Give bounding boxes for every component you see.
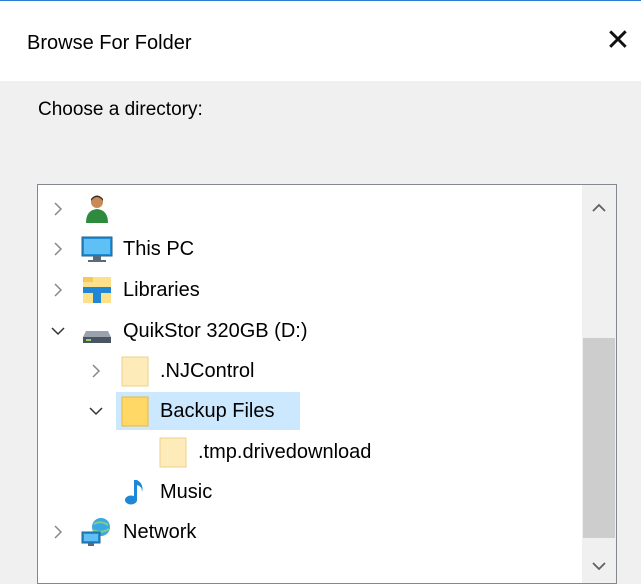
tree-item-label: Music (160, 480, 213, 503)
vertical-scrollbar[interactable] (582, 185, 616, 583)
chevron-right-icon[interactable] (49, 281, 67, 299)
scrollbar-thumb[interactable] (583, 338, 615, 538)
folder-icon (156, 436, 190, 468)
tree-item-label: .NJControl (160, 359, 255, 382)
tree-item-this-pc[interactable]: This PC (38, 230, 583, 268)
chevron-right-icon[interactable] (49, 240, 67, 258)
chevron-right-icon[interactable] (49, 200, 67, 218)
title-bar: Browse For Folder ✕ (0, 1, 641, 81)
music-icon (118, 476, 152, 508)
tree-item-backup-files[interactable]: Backup Files (38, 392, 583, 430)
tree-item-tmp-drivedownload[interactable]: .tmp.drivedownload (38, 433, 583, 471)
tree-item-label: Libraries (123, 278, 200, 301)
close-icon: ✕ (605, 24, 631, 57)
tree-item-label: QuikStor 320GB (D:) (123, 319, 308, 342)
dialog-title: Browse For Folder (27, 32, 192, 54)
folder-icon (118, 355, 152, 387)
libraries-icon (80, 274, 114, 306)
close-button[interactable]: ✕ (598, 21, 638, 61)
chevron-right-icon[interactable] (87, 362, 105, 380)
drive-icon (80, 315, 114, 347)
computer-icon (80, 233, 114, 265)
chevron-down-icon[interactable] (49, 322, 67, 340)
tree-item-label: Backup Files (160, 399, 275, 422)
network-icon (80, 516, 114, 548)
browse-for-folder-dialog: Browse For Folder ✕ Choose a directory: (0, 0, 641, 584)
user-icon (80, 193, 114, 225)
folder-tree[interactable]: This PC Libraries QuikStor 320GB (D:) .N… (37, 184, 617, 584)
scroll-up-button[interactable] (582, 191, 616, 225)
chevron-down-icon (592, 562, 606, 571)
folder-icon (118, 395, 152, 427)
tree-item-user[interactable] (38, 190, 583, 228)
tree-item-label: Network (123, 520, 197, 543)
tree-item-libraries[interactable]: Libraries (38, 271, 583, 309)
chevron-up-icon (592, 203, 606, 212)
tree-item-music[interactable]: Music (38, 473, 583, 511)
prompt-label: Choose a directory: (38, 99, 203, 120)
tree-item-njcontrol[interactable]: .NJControl (38, 352, 583, 390)
tree-item-network[interactable]: Network (38, 513, 583, 551)
chevron-down-icon[interactable] (87, 402, 105, 420)
tree-item-label: This PC (123, 237, 195, 260)
chevron-right-icon[interactable] (49, 523, 67, 541)
tree-item-label: .tmp.drivedownload (198, 440, 372, 463)
tree-item-quikstor-drive[interactable]: QuikStor 320GB (D:) (38, 312, 583, 350)
